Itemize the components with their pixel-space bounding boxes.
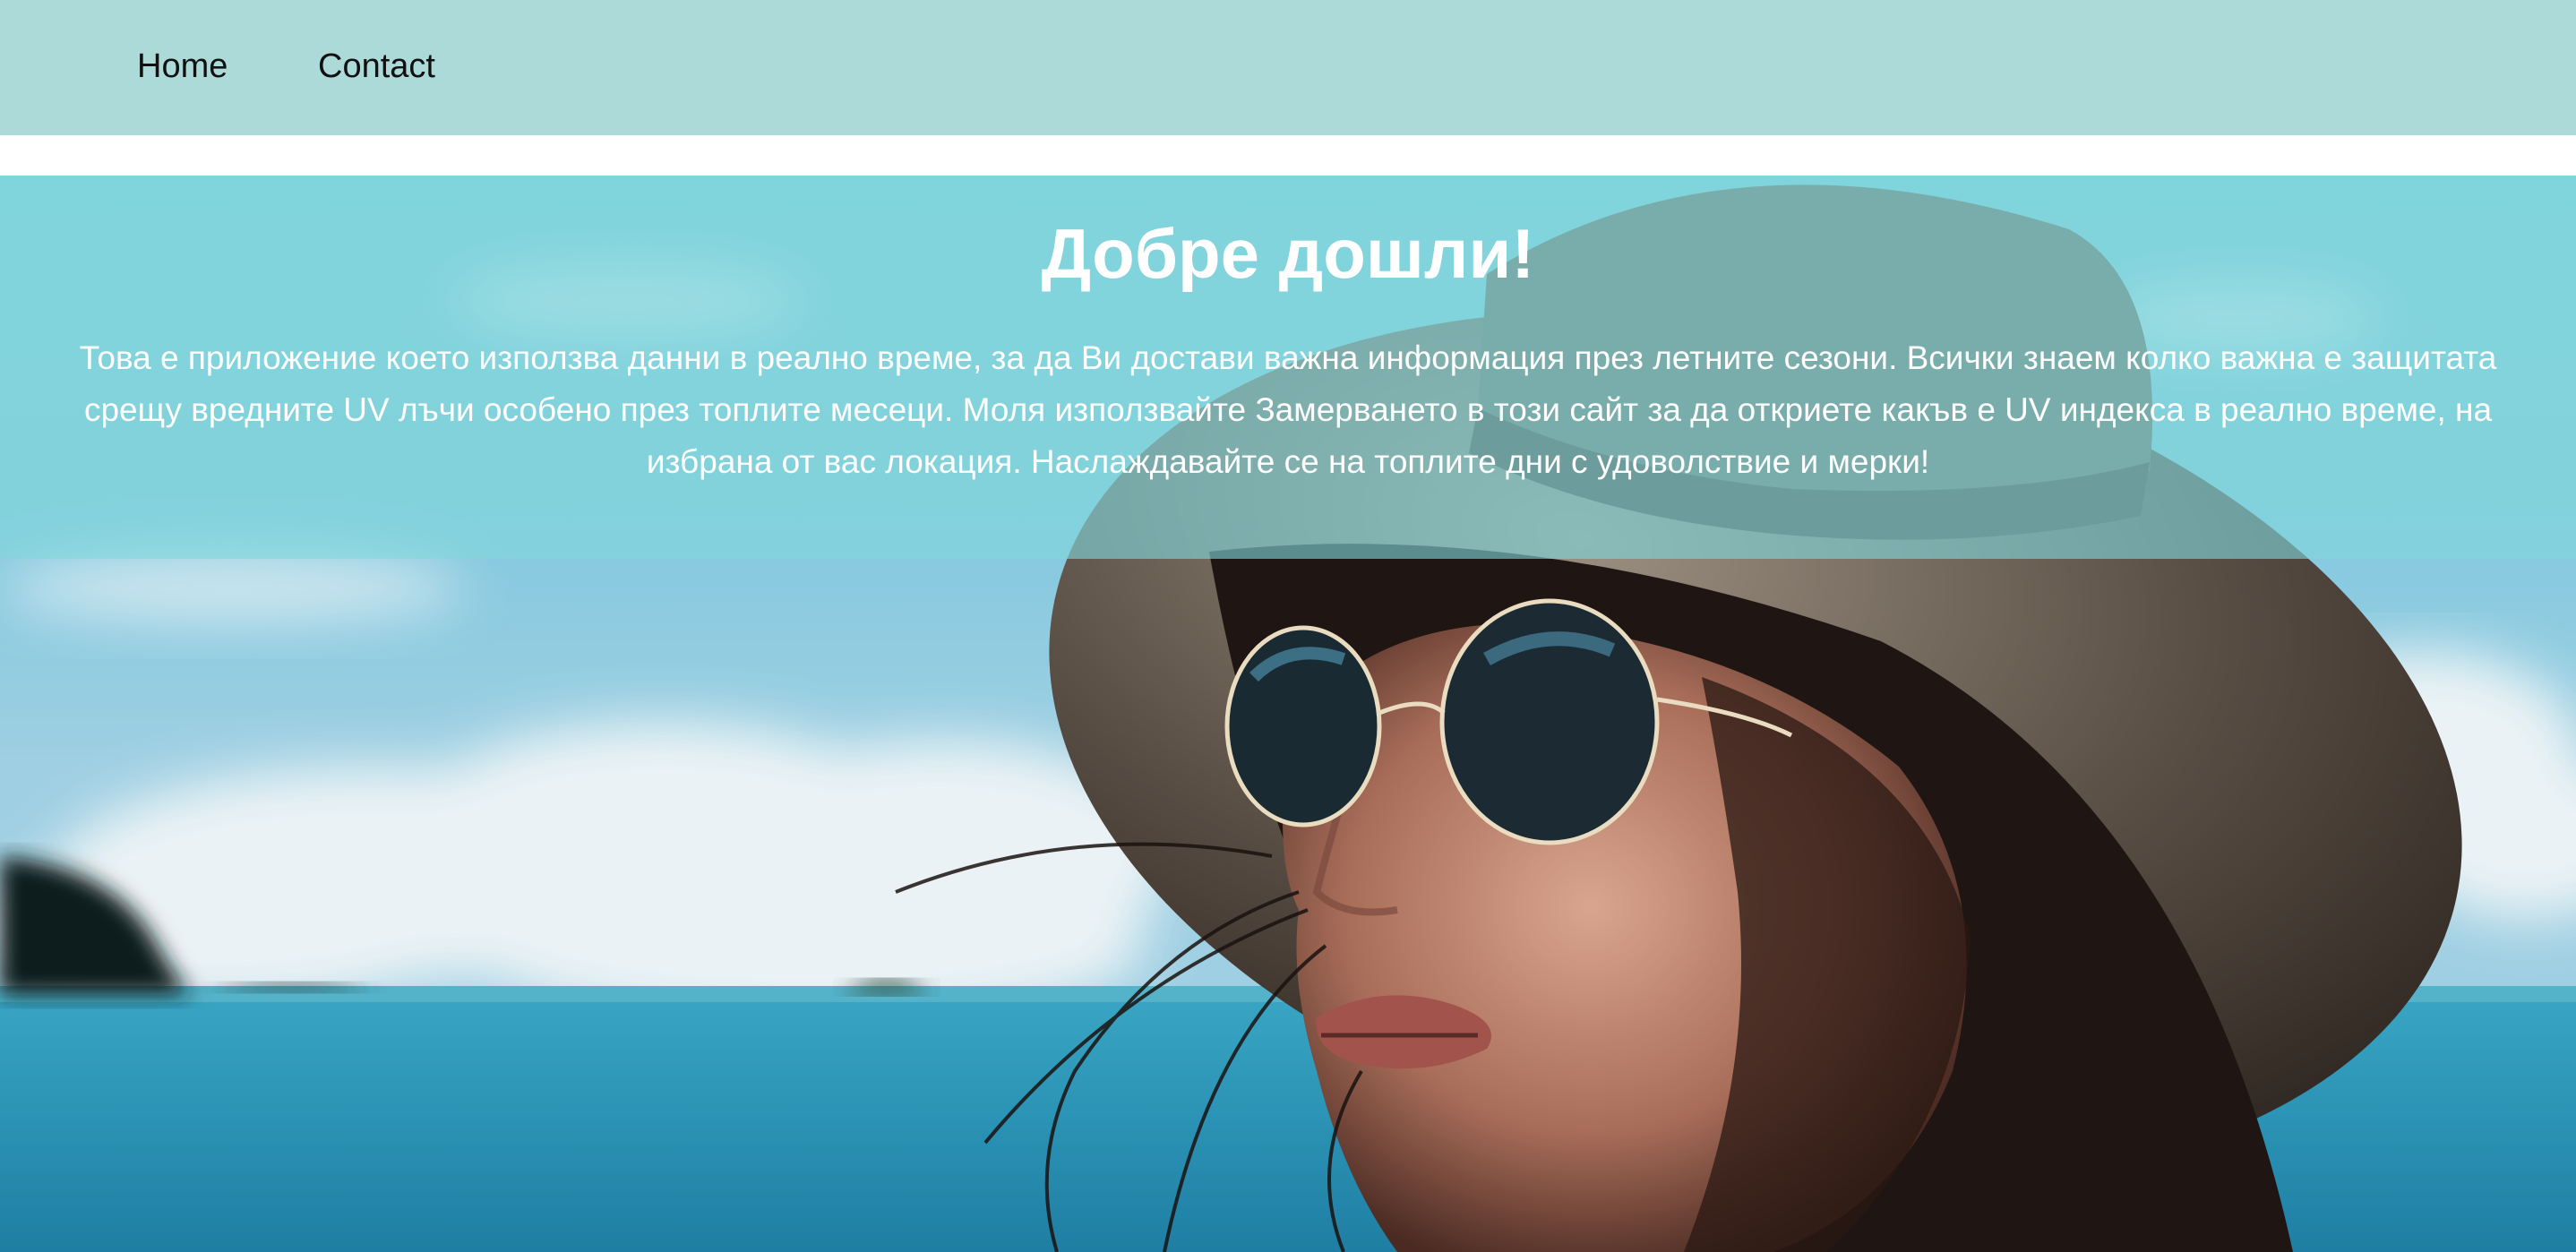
hero-section: Добре дошли! Това е приложение което изп… — [0, 176, 2576, 1252]
hero-title: Добре дошли! — [1041, 214, 1535, 293]
nav-link-home[interactable]: Home — [137, 41, 228, 91]
top-navbar: Home Contact — [0, 0, 2576, 135]
hero-text-overlay: Добре дошли! Това е приложение което изп… — [0, 176, 2576, 559]
nav-link-contact[interactable]: Contact — [318, 41, 435, 91]
hero-description: Това е приложение което използва данни в… — [79, 339, 2497, 480]
